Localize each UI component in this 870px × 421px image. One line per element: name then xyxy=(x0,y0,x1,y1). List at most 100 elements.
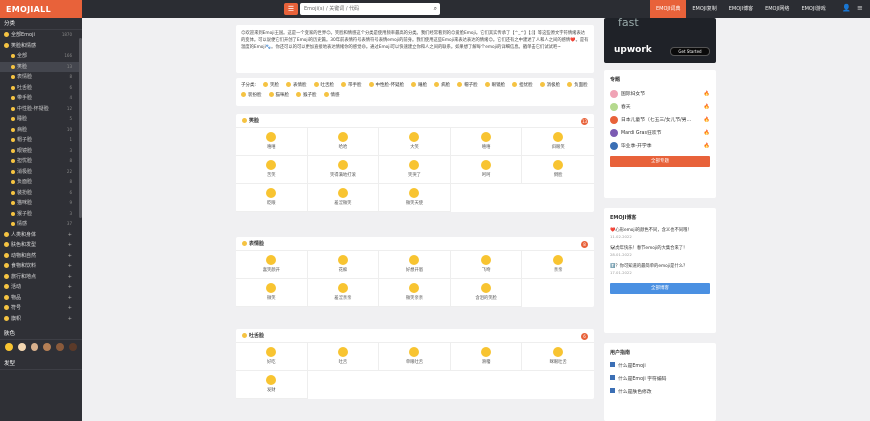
settings-icon[interactable]: ≡ xyxy=(857,4,863,12)
sidebar-item[interactable]: 担忧脸 8 xyxy=(0,156,82,167)
sidebar-item[interactable]: 旗帜 + xyxy=(0,314,82,325)
ad-banner[interactable]: fast upwork Get Started xyxy=(604,18,716,63)
emoji-cell[interactable]: 大笑 xyxy=(379,128,451,156)
sidebar-item[interactable]: 中性脸-怀疑脸 12 xyxy=(0,104,82,115)
emoji-cell[interactable]: 倒脸 xyxy=(522,156,594,184)
subcategory-link[interactable]: 猫咪脸 xyxy=(268,91,289,101)
subcategory-link[interactable]: 帽子脸 xyxy=(457,81,478,91)
emoji-cell[interactable]: 好想开眉 xyxy=(379,251,451,279)
subcategory-link[interactable]: 中性脸-怀疑脸 xyxy=(368,81,404,91)
sidebar-item[interactable]: 人类和身体 + xyxy=(0,230,82,241)
subcategory-link[interactable]: 表情脸 xyxy=(286,81,307,91)
subcategory-link[interactable]: 吐舌脸 xyxy=(313,81,334,91)
subcategory-link[interactable]: 病脸 xyxy=(434,81,450,91)
expand-icon[interactable]: + xyxy=(68,251,72,262)
nav-emoji-games[interactable]: EMOJI游戏 xyxy=(795,0,831,18)
emoji-cell[interactable]: 滑稽 xyxy=(450,343,523,371)
sidebar-item[interactable]: 食物和饮料 + xyxy=(0,261,82,272)
emoji-cell[interactable]: 嘻嘻 xyxy=(236,128,308,156)
sidebar-item[interactable]: 病脸 10 xyxy=(0,125,82,136)
subcategory-link[interactable]: 睡脸 xyxy=(411,81,427,91)
emoji-cell[interactable]: 飞吻 xyxy=(450,251,523,279)
subcategory-link[interactable]: 笑脸 xyxy=(263,81,279,91)
topic-item[interactable]: 春天 🔥 xyxy=(604,100,716,113)
emoji-cell[interactable]: 呵呵 xyxy=(450,156,523,184)
subcategory-link[interactable]: 情感 xyxy=(323,91,340,101)
guide-link[interactable]: 什么是肤色修改 xyxy=(604,386,716,399)
subcategory-link[interactable]: 眼镜脸 xyxy=(484,81,505,91)
nav-emoji-network[interactable]: EMOJI网络 xyxy=(759,0,795,18)
skin-tone-swatch[interactable] xyxy=(30,343,39,351)
emoji-cell[interactable]: 单眼吐舌 xyxy=(379,343,451,371)
emoji-cell[interactable]: 嘻嘻 xyxy=(450,128,523,156)
guide-link[interactable]: 什么是Emoji 字符编码 xyxy=(604,373,716,386)
expand-icon[interactable]: + xyxy=(68,230,72,241)
menu-toggle-button[interactable]: ☰ xyxy=(284,3,298,15)
sidebar-item[interactable]: 猴子脸 3 xyxy=(0,209,82,220)
emoji-cell[interactable]: 哈哈 xyxy=(307,128,380,156)
emoji-cell[interactable]: 羞涩亲亲 xyxy=(307,279,380,307)
emoji-cell[interactable]: 笑得满地打滚 xyxy=(307,156,380,184)
emoji-cell[interactable]: 亲亲 xyxy=(522,251,594,279)
expand-icon[interactable]: + xyxy=(68,272,72,283)
blog-item[interactable]: 🐼虎年快乐！春节emoji的大集合来了！ 28.01.2022 xyxy=(604,243,716,261)
emoji-cell[interactable]: 吐舌 xyxy=(307,343,380,371)
emoji-cell[interactable]: 花痴 xyxy=(307,251,380,279)
emoji-cell[interactable]: 喜笑颜开 xyxy=(236,251,308,279)
emoji-cell[interactable]: 微笑亲亲 xyxy=(379,279,451,307)
sidebar-item[interactable]: 旅行和地点 + xyxy=(0,272,82,283)
emoji-cell[interactable]: 眯眼吐舌 xyxy=(522,343,594,371)
emoji-cell[interactable]: 微笑天使 xyxy=(379,184,451,212)
skin-tone-swatch[interactable] xyxy=(5,343,13,351)
expand-icon[interactable]: + xyxy=(68,282,72,293)
ad-cta-button[interactable]: Get Started xyxy=(670,47,710,56)
sidebar-item[interactable]: 装扮脸 6 xyxy=(0,188,82,199)
sidebar-item[interactable]: 帽子脸 1 xyxy=(0,135,82,146)
sidebar-item[interactable]: 带手脸 4 xyxy=(0,93,82,104)
emoji-cell[interactable]: 笑哭了 xyxy=(379,156,451,184)
sidebar-item[interactable]: 物品 + xyxy=(0,293,82,304)
expand-icon[interactable]: + xyxy=(68,314,72,325)
sidebar-item[interactable]: 肤色和发型 + xyxy=(0,240,82,251)
all-blogs-button[interactable]: 全部博客 xyxy=(610,283,710,294)
sidebar-item[interactable]: 笑脸 13 xyxy=(0,61,82,72)
emoji-cell[interactable]: 斜眼笑 xyxy=(522,128,594,156)
skin-tone-swatch[interactable] xyxy=(17,343,26,351)
expand-icon[interactable]: + xyxy=(68,293,72,304)
skin-tone-swatch[interactable] xyxy=(69,343,77,351)
subcategory-link[interactable]: 猴子脸 xyxy=(296,91,317,101)
subcategory-link[interactable]: 装扮脸 xyxy=(241,91,262,101)
emoji-cell[interactable]: 好吃 xyxy=(236,343,308,371)
search-input[interactable]: Emoji(s) / 关键词 / 代码 ⌕ xyxy=(300,3,440,15)
emoji-cell[interactable]: 苦笑 xyxy=(236,156,308,184)
emoji-cell[interactable]: 眨眼 xyxy=(236,184,308,212)
topic-item[interactable]: 日本儿童节（七五三/女儿节/男... 🔥 xyxy=(604,113,716,126)
topic-item[interactable]: 毕业季-开学季 🔥 xyxy=(604,139,716,152)
skin-tone-swatch[interactable] xyxy=(43,343,52,351)
guide-link[interactable]: 什么是Emoji xyxy=(604,360,716,373)
sidebar-item[interactable]: 猫咪脸 9 xyxy=(0,198,82,209)
emoji-cell[interactable]: 微笑 xyxy=(236,279,308,307)
nav-emoji-copy[interactable]: EMOJI复制 xyxy=(686,0,722,18)
expand-icon[interactable]: + xyxy=(68,261,72,272)
sidebar-item[interactable]: 负面脸 8 xyxy=(0,177,82,188)
topic-item[interactable]: 国际妇女节 🔥 xyxy=(604,87,716,100)
site-logo[interactable]: EMOJIALL xyxy=(0,0,82,18)
subcategory-link[interactable]: 带手脸 xyxy=(341,81,362,91)
blog-item[interactable]: ❤️心形emoji的颜色不同，含义也不同哦！ 11.02.2022 xyxy=(604,225,716,243)
skin-tone-swatch[interactable] xyxy=(56,343,65,351)
subcategory-link[interactable]: 消极脸 xyxy=(539,81,560,91)
sidebar-item[interactable]: 消极脸 22 xyxy=(0,167,82,178)
emoji-cell[interactable]: 含泪的笑脸 xyxy=(450,279,523,307)
emoji-cell[interactable]: 羞涩微笑 xyxy=(307,184,380,212)
sidebar-item[interactable]: 活动 + xyxy=(0,282,82,293)
sidebar-item[interactable]: 动物和自然 + xyxy=(0,251,82,262)
nav-emoji-dictionary[interactable]: EMOJI词典 xyxy=(650,0,687,18)
sidebar-item[interactable]: 全部 166 xyxy=(0,51,82,62)
emoji-cell[interactable]: 发财 xyxy=(236,371,308,399)
subcategory-link[interactable]: 负面脸 xyxy=(567,81,588,91)
sidebar-item[interactable]: 符号 + xyxy=(0,303,82,314)
sidebar-item[interactable]: 睡脸 5 xyxy=(0,114,82,125)
subcategory-link[interactable]: 担忧脸 xyxy=(512,81,533,91)
sidebar-item[interactable]: 吐舌脸 6 xyxy=(0,83,82,94)
